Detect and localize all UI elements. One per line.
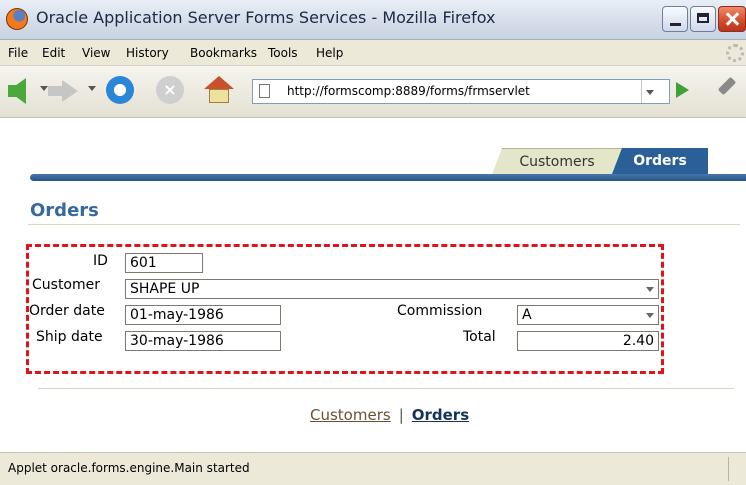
- menu-history[interactable]: History: [126, 46, 169, 60]
- forward-icon[interactable]: [48, 80, 78, 102]
- menu-view[interactable]: View: [82, 46, 110, 60]
- commission-label: Commission: [397, 303, 483, 319]
- id-label: ID: [93, 253, 108, 269]
- footer-link-separator: |: [398, 406, 404, 424]
- id-field[interactable]: 601: [125, 253, 203, 273]
- throbber-icon: [726, 44, 744, 62]
- status-text: Applet oracle.forms.engine.Main started: [8, 461, 250, 475]
- minimize-button[interactable]: [662, 6, 688, 32]
- window-title: Oracle Application Server Forms Services…: [36, 8, 496, 27]
- ship-date-field[interactable]: 30-may-1986: [125, 331, 281, 351]
- page-icon: [259, 84, 270, 98]
- order-date-label: Order date: [29, 303, 105, 319]
- reload-icon[interactable]: [106, 76, 134, 104]
- customer-label: Customer: [32, 277, 101, 293]
- footer-nav: Customers | Orders: [310, 406, 469, 424]
- maximize-button[interactable]: [690, 6, 716, 32]
- customer-value: SHAPE UP: [130, 281, 200, 297]
- home-icon[interactable]: [204, 76, 234, 104]
- go-icon[interactable]: [676, 82, 689, 98]
- order-date-field[interactable]: 01-may-1986: [125, 305, 281, 325]
- commission-chevron-down-icon[interactable]: [646, 313, 654, 318]
- page-title: Orders: [30, 200, 99, 221]
- firefox-logo-icon: [6, 8, 28, 30]
- page-content: Customers Orders Orders ID 601 Customer …: [0, 118, 746, 452]
- forms-applet-region: ID 601 Customer SHAPE UP Order date 01-m…: [26, 244, 664, 374]
- menu-tools[interactable]: Tools: [268, 46, 298, 60]
- menu-bar: File Edit View History Bookmarks Tools H…: [0, 40, 746, 66]
- commission-select[interactable]: A: [517, 305, 659, 325]
- stop-icon[interactable]: ×: [156, 76, 184, 104]
- back-icon[interactable]: [8, 78, 26, 104]
- window-titlebar: Oracle Application Server Forms Services…: [0, 0, 746, 40]
- total-field[interactable]: 2.40: [517, 331, 659, 351]
- menu-help[interactable]: Help: [316, 46, 343, 60]
- address-url[interactable]: http://formscomp:8889/forms/frmservlet: [287, 84, 530, 98]
- navigation-toolbar: × http://formscomp:8889/forms/frmservlet: [0, 66, 746, 118]
- menu-edit[interactable]: Edit: [42, 46, 65, 60]
- pen-icon[interactable]: [717, 76, 737, 96]
- customer-select[interactable]: SHAPE UP: [125, 279, 659, 299]
- status-bar: Applet oracle.forms.engine.Main started: [0, 452, 746, 485]
- tab-orders[interactable]: Orders: [612, 148, 708, 174]
- menu-file[interactable]: File: [8, 46, 28, 60]
- customer-chevron-down-icon[interactable]: [646, 287, 654, 292]
- forward-history-chevron-down-icon[interactable]: [88, 86, 96, 91]
- footer-link-orders[interactable]: Orders: [412, 406, 469, 424]
- status-resize-grip[interactable]: [728, 457, 729, 481]
- address-bar[interactable]: http://formscomp:8889/forms/frmservlet: [252, 79, 670, 104]
- close-window-button[interactable]: [718, 6, 746, 32]
- tab-rule-divider: [30, 174, 746, 181]
- total-label: Total: [463, 329, 496, 345]
- back-history-chevron-down-icon[interactable]: [40, 86, 48, 91]
- heading-divider: [28, 224, 740, 225]
- menu-bookmarks[interactable]: Bookmarks: [190, 46, 257, 60]
- footer-divider: [38, 388, 734, 389]
- footer-link-customers[interactable]: Customers: [310, 406, 391, 424]
- address-dropdown-button[interactable]: [641, 80, 658, 103]
- ship-date-label: Ship date: [36, 329, 103, 345]
- commission-value: A: [522, 307, 532, 323]
- tab-customers[interactable]: Customers: [492, 148, 622, 174]
